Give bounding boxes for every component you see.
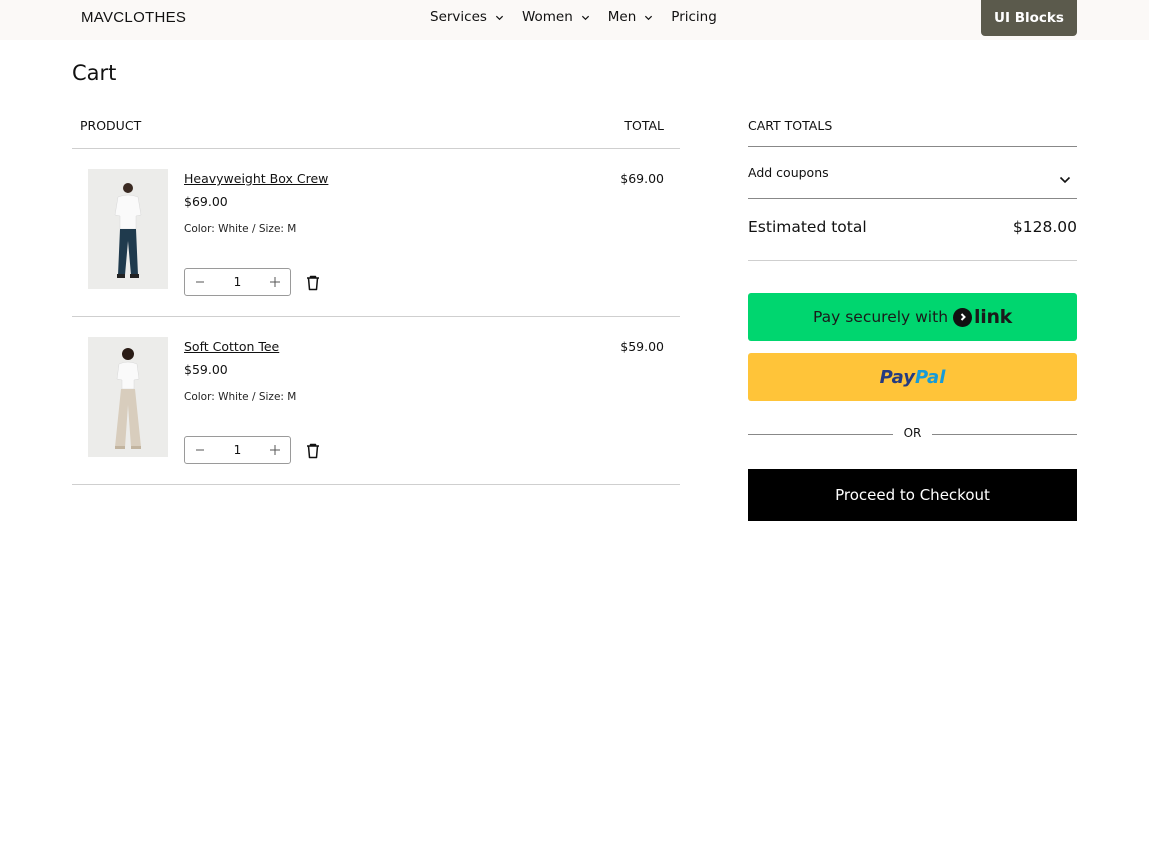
decrease-quantity-button[interactable]	[185, 437, 215, 463]
trash-icon[interactable]	[305, 274, 321, 291]
page-title: Cart	[72, 61, 117, 85]
nav-item-women[interactable]: Women	[522, 9, 589, 25]
nav-label: Men	[607, 9, 637, 25]
product-variant: Color: White / Size: M	[184, 391, 297, 403]
proceed-to-checkout-button[interactable]: Proceed to Checkout	[748, 469, 1077, 521]
paypal-logo-part2: Pal	[915, 366, 946, 388]
nav-item-men[interactable]: Men	[608, 9, 653, 25]
column-header-total: TOTAL	[624, 118, 664, 133]
cart-item: Heavyweight Box Crew $69.00 Color: White…	[72, 149, 680, 317]
quantity-stepper: 1	[184, 436, 291, 464]
chevron-down-icon	[1059, 169, 1071, 188]
link-arrow-icon	[953, 307, 973, 327]
or-label: OR	[903, 426, 922, 440]
product-image[interactable]	[88, 337, 168, 457]
product-image[interactable]	[88, 169, 168, 289]
or-divider: OR	[748, 426, 1077, 442]
chevron-down-icon	[581, 13, 589, 21]
product-name-link[interactable]: Heavyweight Box Crew	[184, 171, 328, 186]
decrease-quantity-button[interactable]	[185, 269, 215, 295]
pay-with-link-button[interactable]: Pay securely with link	[748, 293, 1077, 341]
estimated-total-row: Estimated total $128.00	[748, 199, 1077, 261]
trash-icon[interactable]	[305, 442, 321, 459]
cart-totals-heading: CART TOTALS	[748, 118, 833, 133]
product-price: $59.00	[184, 362, 228, 377]
increase-quantity-button[interactable]	[260, 437, 290, 463]
cart-item: Soft Cotton Tee $59.00 Color: White / Si…	[72, 317, 680, 485]
chevron-down-icon	[644, 13, 653, 21]
top-navigation-bar: MAVCLOTHES Services Women Men Pricing UI…	[0, 0, 1149, 40]
link-button-label: Pay securely with	[812, 308, 949, 326]
quantity-value[interactable]: 1	[215, 443, 260, 457]
cart-totals-header: CART TOTALS	[748, 116, 1077, 147]
increase-quantity-button[interactable]	[260, 269, 290, 295]
estimated-total-label: Estimated total	[748, 218, 867, 236]
add-coupons-toggle[interactable]: Add coupons	[748, 147, 1077, 199]
link-brand: link	[974, 306, 1013, 328]
paypal-logo-part1: Pay	[879, 366, 915, 388]
nav-label: Services	[430, 9, 487, 25]
brand-logo[interactable]: MAVCLOTHES	[81, 9, 186, 26]
product-price: $69.00	[184, 194, 228, 209]
paypal-button[interactable]: Pay Pal	[748, 353, 1077, 401]
cart-table-header: PRODUCT TOTAL	[72, 116, 680, 149]
add-coupons-label: Add coupons	[748, 165, 829, 180]
chevron-down-icon	[495, 13, 504, 21]
column-header-product: PRODUCT	[80, 118, 142, 133]
product-name-link[interactable]: Soft Cotton Tee	[184, 339, 279, 354]
main-nav: Services Women Men Pricing	[430, 9, 736, 25]
ui-blocks-button[interactable]: UI Blocks	[981, 0, 1077, 36]
product-variant: Color: White / Size: M	[184, 223, 297, 235]
quantity-value[interactable]: 1	[215, 275, 260, 289]
nav-label: Pricing	[671, 9, 717, 25]
line-total: $69.00	[620, 171, 664, 186]
divider-line	[932, 434, 1077, 435]
link-logo: link	[953, 306, 1012, 328]
nav-item-services[interactable]: Services	[430, 9, 504, 25]
line-total: $59.00	[620, 339, 664, 354]
estimated-total-amount: $128.00	[1012, 218, 1077, 236]
nav-label: Women	[521, 9, 573, 25]
quantity-stepper: 1	[184, 268, 291, 296]
nav-item-pricing[interactable]: Pricing	[671, 9, 717, 25]
